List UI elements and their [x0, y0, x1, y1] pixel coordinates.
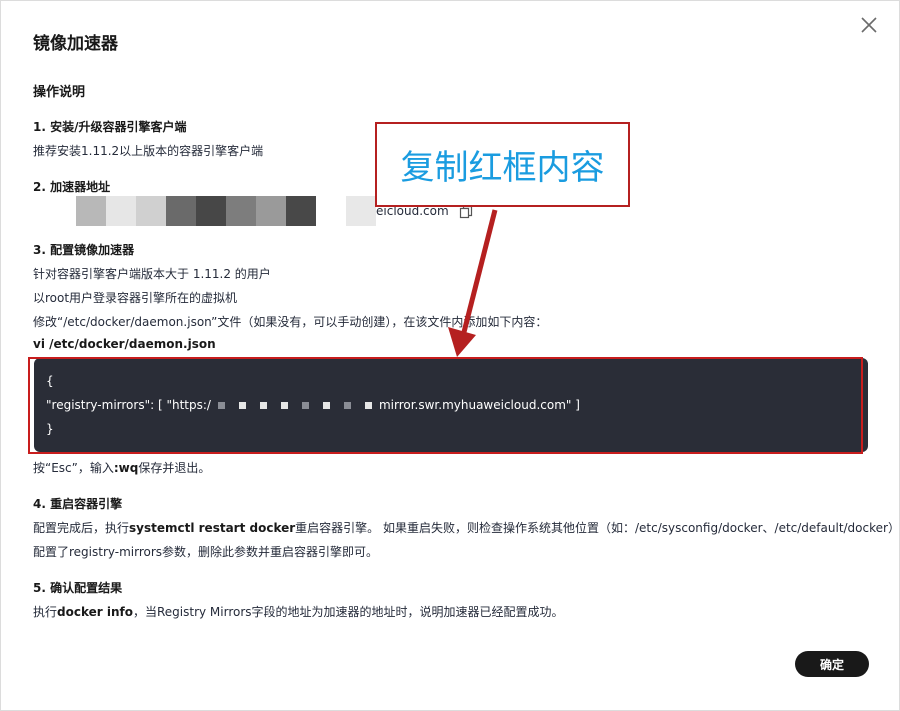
step3-line2: 以root用户登录容器引擎所在的虚拟机 — [33, 291, 238, 305]
step4-line2: 配置了registry-mirrors参数，删除此参数并重启容器引擎即可。 — [33, 545, 379, 559]
step4-title: 4. 重启容器引擎 — [33, 497, 123, 511]
code-redacted — [211, 402, 379, 409]
step3-cmd: vi /etc/docker/daemon.json — [33, 337, 216, 351]
address-redacted — [76, 196, 376, 226]
step3-line3: 修改“/etc/docker/daemon.json”文件（如果没有，可以手动创… — [33, 315, 548, 329]
code-mirror-line: "registry-mirrors": [ "https:/ mirror.swr… — [46, 398, 580, 412]
section-title: 操作说明 — [33, 85, 86, 100]
step5-title: 5. 确认配置结果 — [33, 581, 123, 595]
confirm-button[interactable]: 确定 — [795, 651, 869, 677]
close-icon[interactable] — [857, 13, 881, 37]
step1-title: 1. 安装/升级容器引擎客户端 — [33, 120, 187, 134]
mirror-accelerator-dialog: 镜像加速器 操作说明 1. 安装/升级容器引擎客户端 推荐安装1.11.2以上版… — [0, 0, 900, 711]
code-value: mirror.swr.myhuaweicloud.com" ] — [378, 398, 580, 412]
step2-title: 2. 加速器地址 — [33, 180, 111, 194]
code-open-brace: { — [46, 374, 54, 388]
step5-line: 执行docker info，当Registry Mirrors字段的地址为加速器… — [33, 605, 564, 619]
step4-line1: 配置完成后，执行systemctl restart docker重启容器引擎。 … — [33, 521, 900, 535]
annotation-callout: 复制红框内容 — [375, 122, 630, 207]
step3-after: 按“Esc”，输入:wq保存并退出。 — [33, 461, 211, 475]
step3-line1: 针对容器引擎客户端版本大于 1.11.2 的用户 — [33, 267, 271, 281]
code-close-brace: } — [46, 422, 54, 436]
step3-title: 3. 配置镜像加速器 — [33, 243, 135, 257]
step1-desc: 推荐安装1.11.2以上版本的容器引擎客户端 — [33, 144, 264, 158]
code-block[interactable]: { "registry-mirrors": [ "https:/ mirror.s… — [34, 358, 868, 452]
dialog-title: 镜像加速器 — [33, 34, 118, 54]
code-key: "registry-mirrors": [ "https:/ — [46, 398, 211, 412]
